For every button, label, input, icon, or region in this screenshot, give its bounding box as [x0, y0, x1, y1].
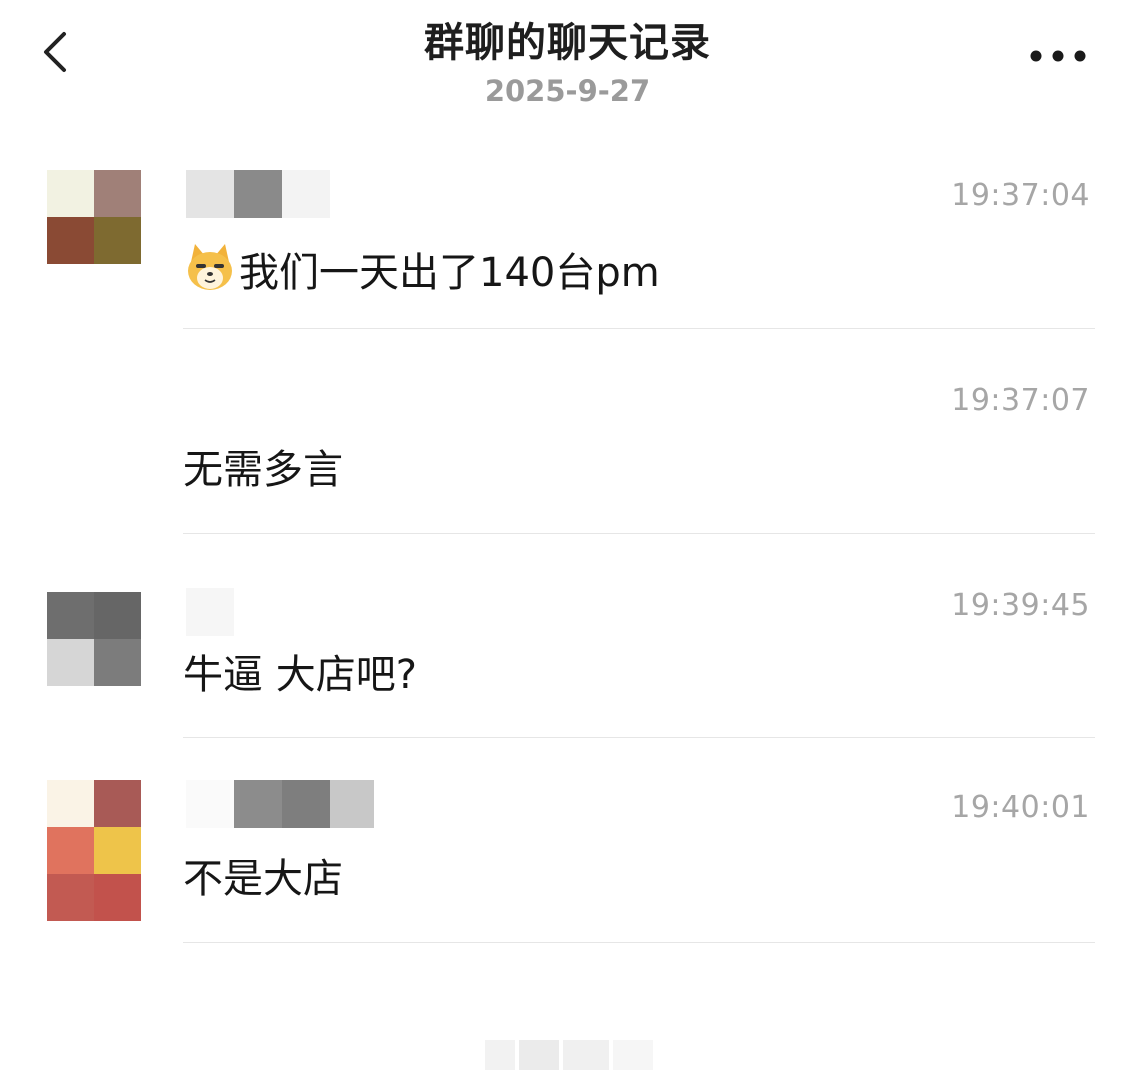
message-text: 我们一天出了140台pm: [183, 240, 660, 306]
message-time: 19:37:07: [951, 383, 1090, 418]
message-text: 不是大店: [183, 856, 343, 902]
message-time: 19:40:01: [951, 790, 1090, 825]
watermark-blurred: [485, 1040, 655, 1070]
page-title: 群聊的聊天记录: [424, 20, 711, 66]
divider: [183, 328, 1095, 329]
divider: [183, 737, 1095, 738]
message-time: 19:39:45: [951, 588, 1090, 623]
avatar[interactable]: [47, 170, 141, 264]
history-date: 2025-9-27: [484, 74, 651, 108]
divider: [183, 533, 1095, 534]
message-text: 牛逼 大店吧?: [183, 652, 417, 698]
avatar[interactable]: [47, 592, 141, 686]
message-item[interactable]: 19:39:45 牛逼 大店吧?: [0, 580, 1135, 785]
divider: [183, 942, 1095, 943]
message-item[interactable]: 19:40:01 不是大店: [0, 780, 1135, 985]
message-item[interactable]: 19:37:04 我们一天出了140台pm: [0, 170, 1135, 375]
message-item[interactable]: 19:37:07 无需多言: [0, 375, 1135, 580]
chat-history-header: 群聊的聊天记录 2025-9-27: [0, 0, 1135, 130]
message-time: 19:37:04: [951, 178, 1090, 213]
more-options-button[interactable]: [1020, 36, 1096, 76]
message-text: 无需多言: [183, 447, 343, 493]
doge-cat-emoji-icon: [183, 240, 237, 306]
message-text-content: 我们一天出了140台pm: [239, 250, 660, 296]
ellipsis-icon: [1030, 50, 1086, 62]
avatar[interactable]: [47, 780, 141, 921]
